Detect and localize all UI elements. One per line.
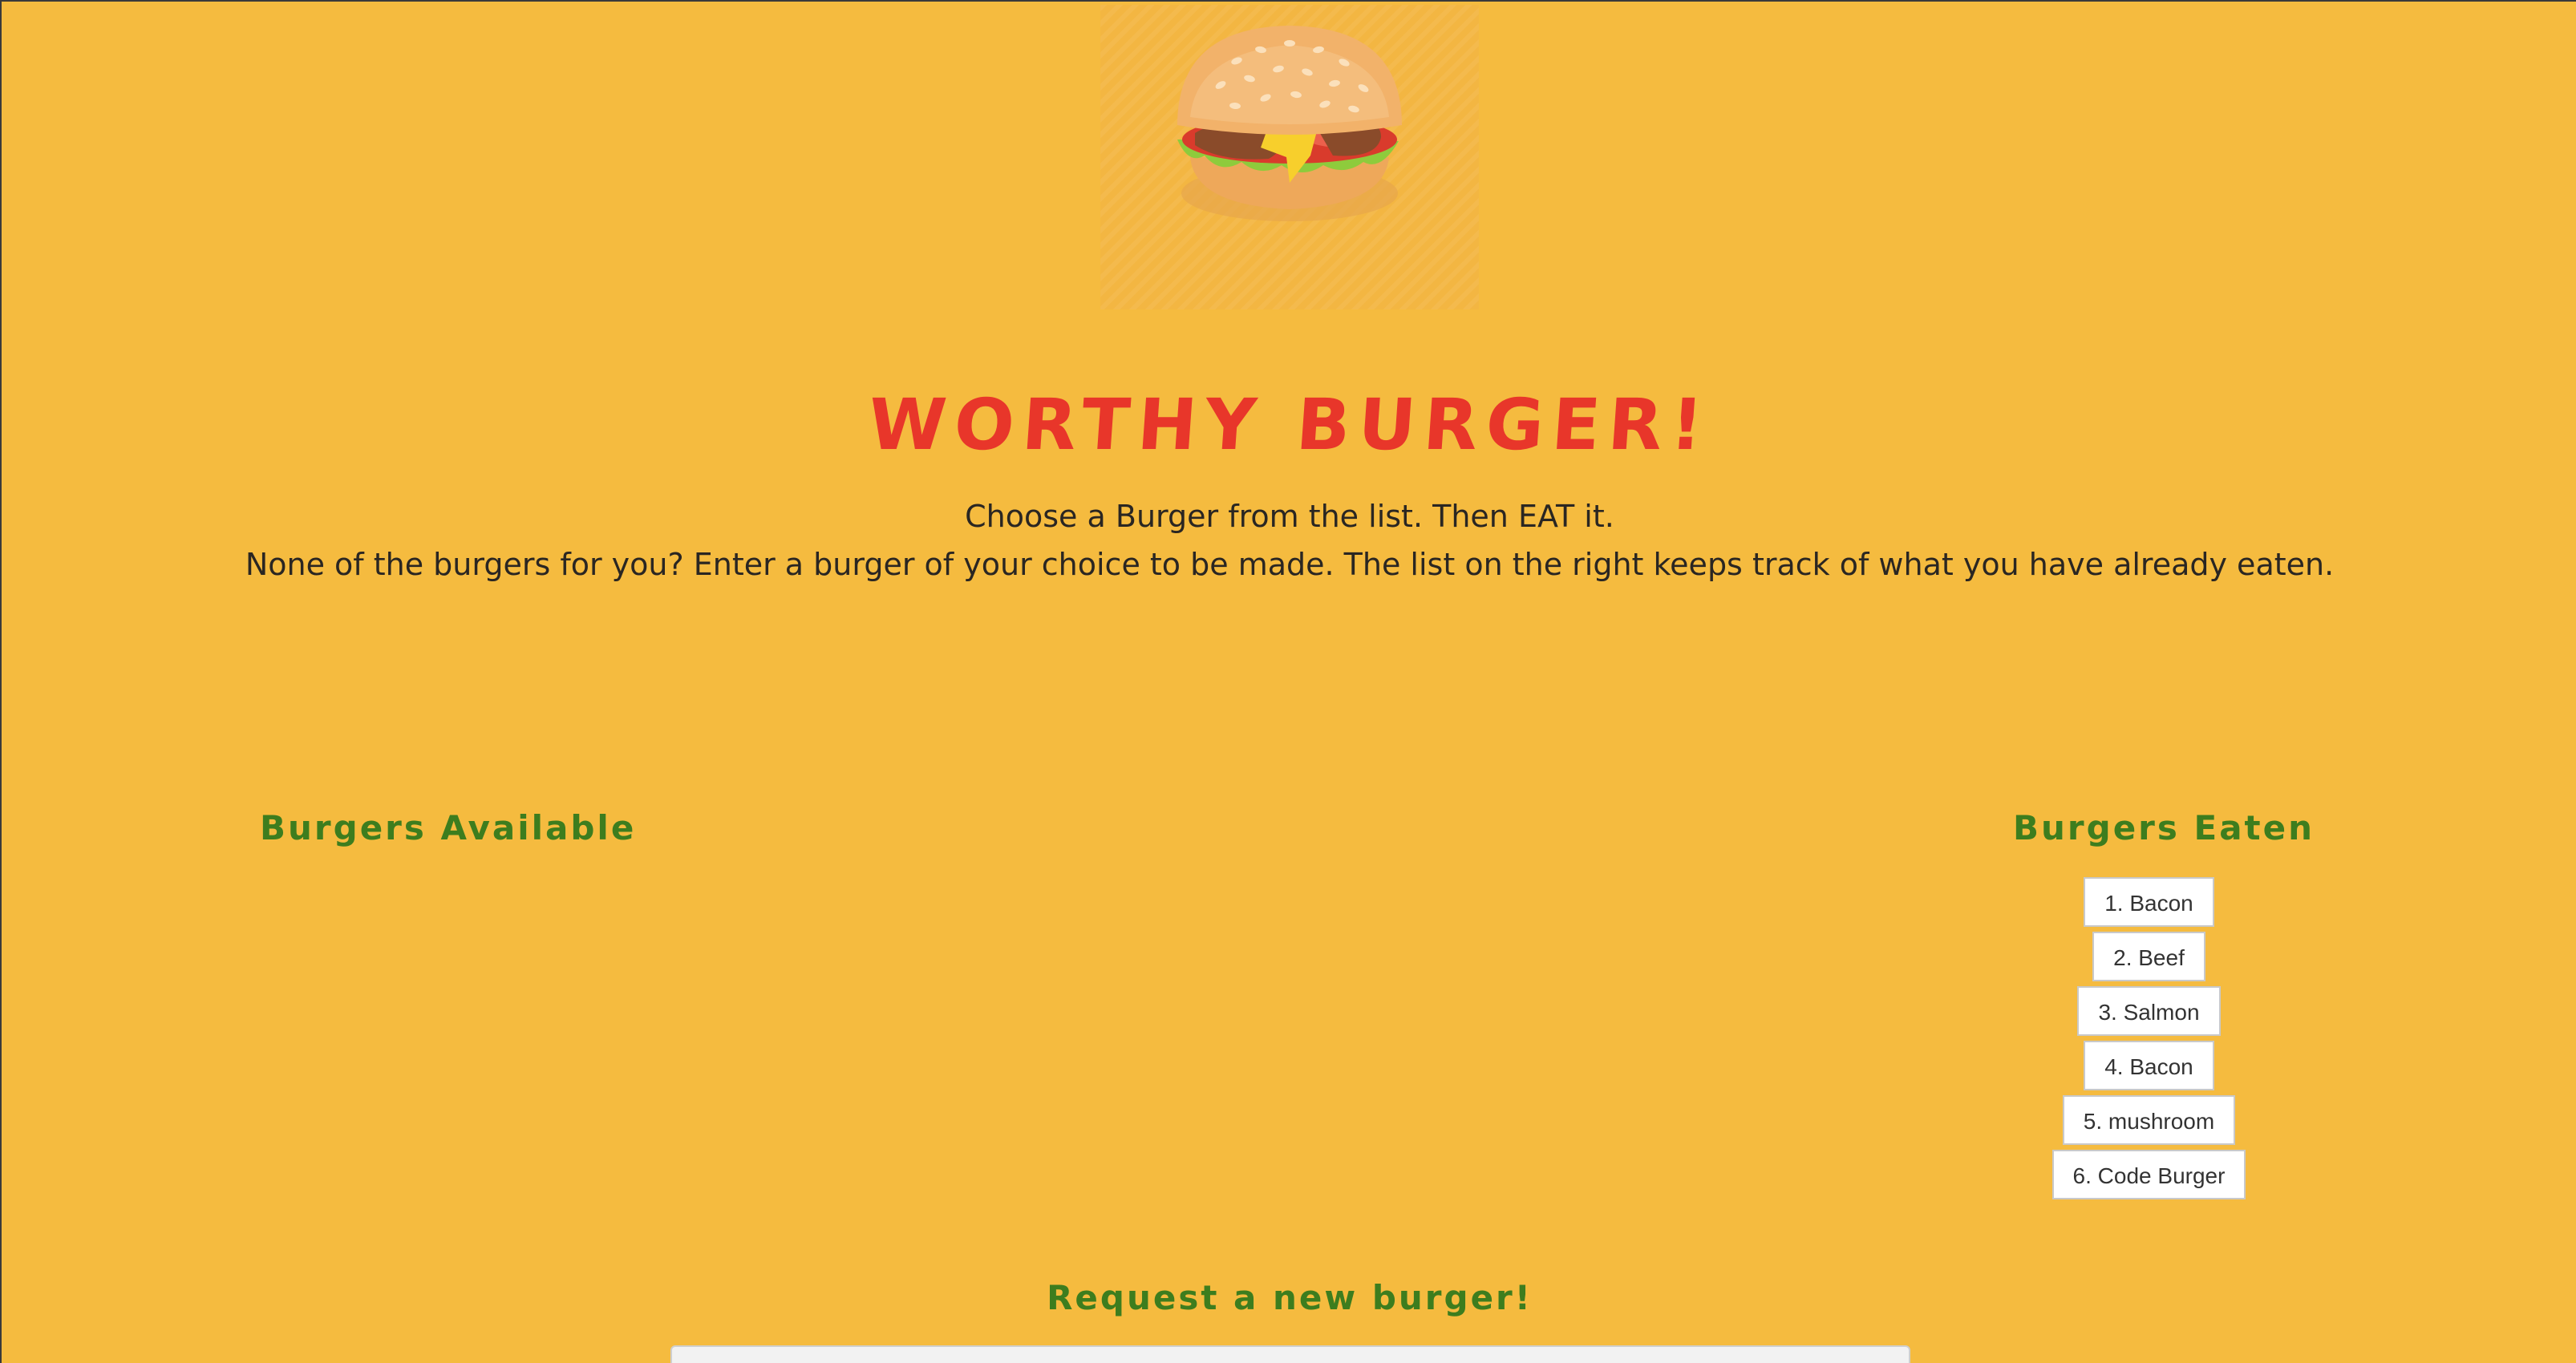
eaten-burger-item: 5. mushroom	[2062, 1095, 2236, 1145]
burgers-available-heading: Burgers Available	[260, 808, 637, 847]
burger-icon	[1177, 26, 1402, 221]
eaten-burger-item: 3. Salmon	[2077, 986, 2221, 1036]
tagline-line-1: Choose a Burger from the list. Then EAT …	[965, 499, 1614, 534]
eaten-burger-item: 1. Bacon	[2084, 877, 2214, 927]
request-burger-heading: Request a new burger!	[1047, 1278, 1533, 1317]
eaten-burger-item: 2. Beef	[2092, 932, 2205, 981]
tagline-line-2: None of the burgers for you? Enter a bur…	[245, 547, 2335, 582]
page: WORTHY BURGER! Choose a Burger from the …	[0, 0, 2576, 1363]
burgers-eaten-heading: Burgers Eaten	[2013, 808, 2315, 847]
page-title: WORTHY BURGER!	[865, 383, 1714, 466]
new-burger-input[interactable]	[670, 1345, 1910, 1363]
eaten-burger-item: 6. Code Burger	[2051, 1150, 2246, 1199]
logo	[1100, 5, 1479, 309]
burgers-eaten-list: 1. Bacon 2. Beef 3. Salmon 4. Bacon 5. m…	[1926, 877, 2371, 1204]
eaten-burger-item: 4. Bacon	[2084, 1041, 2214, 1090]
